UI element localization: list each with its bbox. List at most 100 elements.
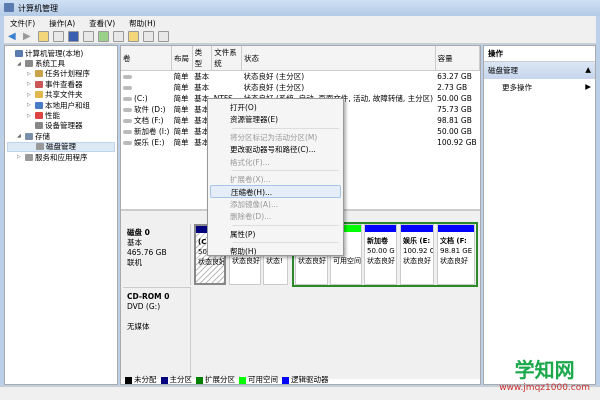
legend-swatch (282, 376, 289, 384)
tree-item-label: 磁盘管理 (46, 142, 76, 152)
refresh-icon[interactable] (98, 31, 109, 42)
tree-item[interactable]: ▷ 任务计划程序 (7, 69, 115, 79)
column-header[interactable]: 状态 (241, 46, 436, 71)
expand-arrow-icon[interactable]: ▷ (27, 102, 33, 108)
column-header[interactable]: 卷 (121, 46, 172, 71)
disk-0-label[interactable]: 磁盘 0 基本 465.76 GB 联机 (123, 224, 191, 285)
column-header[interactable]: 容量 (435, 46, 481, 71)
context-menu-item[interactable]: 属性(P) (210, 228, 341, 240)
context-menu-item[interactable]: 将分区标记为活动分区(M) (210, 131, 341, 143)
column-header[interactable]: 文件系统 (211, 46, 242, 71)
column-header[interactable]: 布局 (171, 46, 193, 71)
tree-item[interactable]: ◢ 存储 (7, 131, 115, 141)
table-row[interactable]: 简单 基本 状态良好 (主分区) 63.27 GB (121, 71, 480, 83)
table-cell (121, 71, 171, 83)
cell-text: 新加卷 (I:) (134, 127, 170, 136)
disk-name: CD-ROM 0 (127, 292, 170, 301)
submenu-arrow-icon: ▶ (585, 82, 591, 91)
tree-item-label: 计算机管理(本地) (25, 48, 84, 58)
disk-type: DVD (G:) (127, 302, 161, 311)
tree-item[interactable]: ▷ 共享文件夹 (7, 90, 115, 100)
expand-arrow-icon[interactable]: ◢ (17, 61, 23, 67)
context-menu-item[interactable]: 更改驱动器号和路径(C)... (210, 143, 341, 155)
context-menu-item[interactable]: 压缩卷(H)... (210, 185, 341, 198)
search-icon[interactable] (143, 31, 154, 42)
collapse-icon: ▲ (585, 65, 591, 74)
actions-section[interactable]: 磁盘管理 ▲ (484, 62, 595, 79)
up-folder-icon[interactable] (38, 31, 49, 42)
table-cell: 娱乐 (E:) (121, 137, 171, 148)
open-folder-icon[interactable] (128, 31, 139, 42)
menu-item[interactable]: 操作(A) (49, 18, 75, 28)
context-menu-item[interactable]: 删除卷(D)... (210, 210, 341, 222)
tree-item[interactable]: 计算机管理(本地) (7, 48, 115, 58)
drive-icon (123, 86, 132, 90)
expand-arrow-icon[interactable]: ▷ (27, 81, 33, 87)
cell-text: 基本 (194, 72, 210, 81)
context-menu-item[interactable]: 添加镜像(A)... (210, 198, 341, 210)
tree-item[interactable]: ▷ 性能 (7, 110, 115, 120)
context-menu: 打开(O) 资源管理器(E) 将分区标记为活动分区(M) 更改驱动器号和路径(C)..… (207, 98, 344, 256)
context-menu-item[interactable]: 打开(O) (210, 101, 341, 113)
cell-text: 简单 (173, 116, 189, 125)
table-cell: 简单 (171, 137, 192, 148)
menu-separator (232, 127, 339, 129)
tree-item[interactable]: 磁盘管理 (7, 141, 115, 152)
cell-text: 简单 (173, 138, 189, 147)
back-icon[interactable]: ◀ (8, 31, 19, 42)
menu-separator (232, 241, 339, 243)
table-cell: 基本 (192, 71, 212, 83)
drive-icon (123, 130, 132, 134)
legend-item: 扩展分区 (196, 374, 235, 385)
more-actions-item[interactable]: 更多操作 ▶ (484, 79, 595, 96)
properties-icon[interactable] (113, 31, 124, 42)
cell-text: 文档 (F:) (134, 116, 164, 125)
device-icon (35, 122, 43, 130)
disk-state: 联机 (127, 258, 142, 267)
tree-item-label: 服务和应用程序 (35, 152, 88, 162)
table-cell: 基本 (192, 82, 212, 93)
context-menu-item[interactable]: 资源管理器(E) (210, 113, 341, 125)
context-menu-item[interactable]: 扩展卷(X)... (210, 173, 341, 185)
context-menu-item[interactable]: 格式化(F)... (210, 156, 341, 168)
column-header[interactable]: 类型 (192, 46, 213, 71)
legend-label: 可用空间 (248, 375, 278, 384)
tree-item[interactable]: ◢ 系统工具 (7, 58, 115, 68)
cell-text: (C:) (134, 94, 148, 103)
expand-arrow-icon[interactable]: ▷ (27, 92, 33, 98)
table-cell: 简单 (171, 71, 192, 83)
legend-item: 可用空间 (239, 374, 278, 385)
show-hide-action-icon[interactable] (83, 31, 94, 42)
folder-icon (35, 91, 43, 99)
tree-item-label: 设备管理器 (45, 121, 83, 131)
cell-text: 简单 (173, 72, 189, 81)
menu-separator (232, 224, 339, 226)
drive-icon (123, 75, 132, 79)
performance-icon (35, 112, 43, 120)
expand-arrow-icon[interactable]: ▷ (17, 154, 23, 160)
show-hide-tree-icon[interactable] (53, 31, 64, 42)
forward-icon[interactable]: ▶ (23, 31, 34, 42)
table-cell: 50.00 GB (435, 126, 479, 137)
actions-header: 操作 (484, 46, 595, 62)
check-icon[interactable] (158, 31, 169, 42)
expand-arrow-icon[interactable]: ▷ (27, 113, 33, 119)
tree-item[interactable]: ▷ 本地用户和组 (7, 100, 115, 110)
menu-item[interactable]: 文件(F) (10, 18, 35, 28)
expand-arrow-icon[interactable]: ◢ (17, 133, 23, 139)
menu-item[interactable]: 帮助(H) (129, 18, 156, 28)
context-menu-item[interactable]: 帮助(H) (210, 245, 341, 257)
menu-item[interactable]: 查看(V) (89, 18, 115, 28)
table-cell: 75.73 GB (435, 104, 479, 115)
cdrom-0-label[interactable]: CD-ROM 0 DVD (G:) 无媒体 (123, 287, 191, 377)
expand-arrow-icon[interactable]: ▷ (27, 71, 33, 77)
table-row[interactable]: 简单 基本 状态良好 (主分区) 2.73 GB (121, 82, 480, 93)
tree-item-label: 存储 (35, 131, 50, 141)
tree-item[interactable]: ▷ 服务和应用程序 (7, 152, 115, 162)
help-icon[interactable] (68, 31, 79, 42)
tree-item[interactable]: 设备管理器 (7, 121, 115, 131)
tree-item[interactable]: ▷ 事件查看器 (7, 79, 115, 89)
table-cell: 简单 (171, 93, 192, 104)
disk-name: 磁盘 0 (127, 228, 150, 237)
legend-swatch (239, 376, 246, 384)
